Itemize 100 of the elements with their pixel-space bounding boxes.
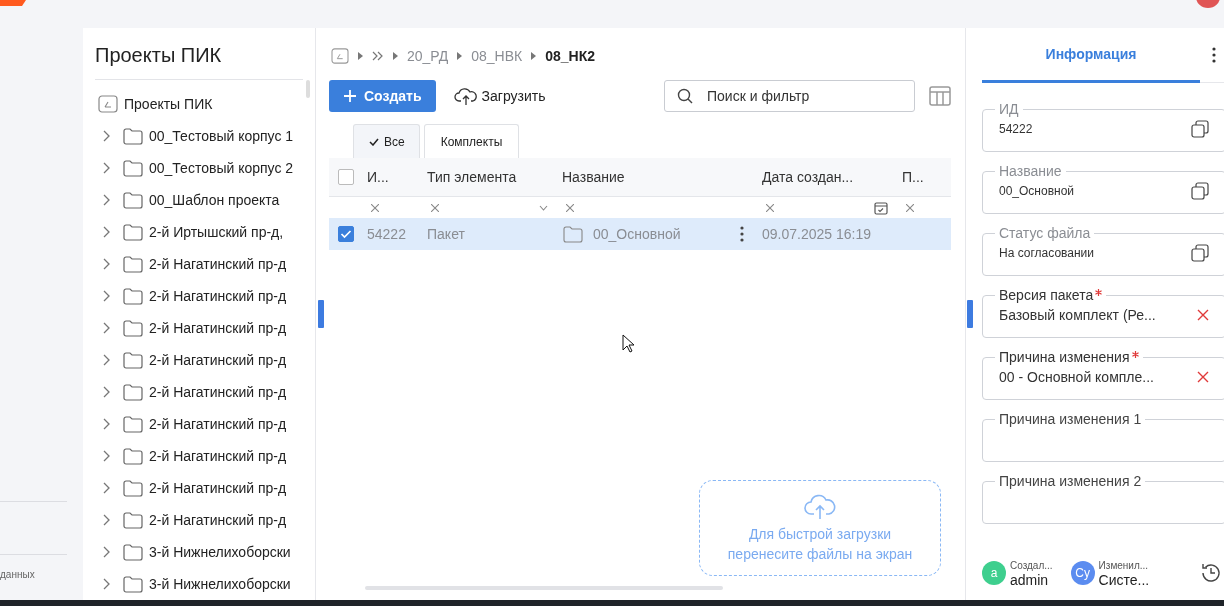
tree-item[interactable]: 2-й Нагатинский пр-д xyxy=(149,320,287,336)
chevron-icon[interactable] xyxy=(103,482,111,494)
folder-icon xyxy=(123,255,143,273)
check-icon xyxy=(369,137,379,146)
more-icon[interactable] xyxy=(740,226,744,242)
chevron-icon[interactable] xyxy=(103,386,111,398)
row-checkbox[interactable] xyxy=(338,226,354,242)
info-tab[interactable]: Информация xyxy=(982,28,1200,83)
tree-item[interactable]: 00_Шаблон проекта xyxy=(149,192,280,208)
chevron-icon[interactable] xyxy=(103,130,111,142)
field-label: Название xyxy=(999,163,1062,179)
copy-icon[interactable] xyxy=(1191,120,1209,138)
select-all-checkbox[interactable] xyxy=(338,169,354,185)
tree-item[interactable]: 2-й Нагатинский пр-д xyxy=(149,448,287,464)
folder-icon xyxy=(123,223,143,241)
project-root-icon[interactable] xyxy=(331,48,349,64)
tree-item[interactable]: 2-й Нагатинский пр-д xyxy=(149,512,287,528)
form-field[interactable]: Статус файла На согласовании xyxy=(982,226,1224,276)
tree-item[interactable]: 2-й Нагатинский пр-д xyxy=(149,384,287,400)
folder-icon xyxy=(123,351,143,369)
tree-item[interactable]: 00_Тестовый корпус 2 xyxy=(149,160,294,176)
columns-icon[interactable] xyxy=(929,86,951,106)
field-value: 00 - Основной компле... xyxy=(999,369,1154,385)
tree-item[interactable]: 2-й Нагатинский пр-д xyxy=(149,416,287,432)
user-caption: Создал... xyxy=(1010,559,1053,573)
user-avatar: Су xyxy=(1070,561,1095,585)
breadcrumb-separator-icon xyxy=(358,52,363,60)
upload-button[interactable]: Загрузить xyxy=(447,85,552,107)
create-button[interactable]: Создать xyxy=(329,80,436,112)
table-cell: Пакет xyxy=(427,226,465,242)
chevron-icon[interactable] xyxy=(103,578,111,590)
chevron-icon[interactable] xyxy=(103,546,111,558)
tree-item[interactable]: 2-й Иртышский пр-д, xyxy=(149,224,284,240)
column-header[interactable]: Тип элемента xyxy=(427,169,562,185)
form-field[interactable]: Название 00_Основной xyxy=(982,164,1224,214)
form-field[interactable]: Причина изменения 1 xyxy=(982,412,1224,462)
clear-icon[interactable] xyxy=(1197,371,1209,383)
copy-icon[interactable] xyxy=(1191,182,1209,200)
folder-icon xyxy=(123,127,143,145)
upload-cloud-icon xyxy=(453,86,478,106)
chevron-icon[interactable] xyxy=(103,162,111,174)
collapse-handle[interactable] xyxy=(318,300,324,328)
collapse-handle[interactable] xyxy=(967,300,973,328)
user-avatar: a xyxy=(982,561,1006,585)
chevron-icon[interactable] xyxy=(103,290,111,302)
folder-icon xyxy=(123,511,143,529)
chevron-icon[interactable] xyxy=(103,194,111,206)
clear-filter-icon[interactable] xyxy=(766,203,774,212)
plus-icon xyxy=(343,89,357,103)
filter-tab[interactable]: Комплекты xyxy=(423,124,520,158)
tree-item[interactable]: 3-й Нижнелихоборски xyxy=(149,576,291,592)
column-header[interactable]: Название xyxy=(562,169,762,185)
form-field[interactable]: Причина изменения 2 xyxy=(982,474,1224,524)
folder-icon xyxy=(123,159,143,177)
folder-icon xyxy=(123,543,143,561)
search-field[interactable]: Поиск и фильтр xyxy=(664,80,915,112)
chevron-icon[interactable] xyxy=(103,226,111,238)
clear-filter-icon[interactable] xyxy=(906,203,914,212)
chevron-icon[interactable] xyxy=(103,514,111,526)
panel-title: Проекты ПИК xyxy=(95,44,303,80)
project-root-icon xyxy=(98,95,118,113)
form-field[interactable]: ИД 54222 xyxy=(982,102,1224,152)
copy-icon[interactable] xyxy=(1191,244,1209,262)
chevron-icon[interactable] xyxy=(103,258,111,270)
chevron-icon[interactable] xyxy=(103,450,111,462)
folder-icon xyxy=(123,447,143,465)
logo-icon xyxy=(0,0,26,6)
field-label: Причина изменения xyxy=(999,349,1130,365)
more-icon[interactable] xyxy=(1212,47,1216,63)
clear-filter-icon[interactable] xyxy=(566,203,574,212)
tree-item[interactable]: 3-й Нижнелихоборски xyxy=(149,544,291,560)
folder-icon xyxy=(123,287,143,305)
clear-filter-icon[interactable] xyxy=(431,203,439,212)
form-field[interactable]: Версия пакета Базовый комплект (Ре... xyxy=(982,288,1224,338)
tree-item[interactable]: 2-й Нагатинский пр-д xyxy=(149,288,287,304)
chevron-icon[interactable] xyxy=(103,322,111,334)
folder-icon xyxy=(123,479,143,497)
tree-item[interactable]: Проекты ПИК xyxy=(124,96,213,112)
filter-tab[interactable]: Все xyxy=(353,124,420,158)
tree-item[interactable]: 2-й Нагатинский пр-д xyxy=(149,256,287,272)
clear-icon[interactable] xyxy=(1197,309,1209,321)
column-header[interactable]: П... xyxy=(902,169,942,185)
scrollbar-thumb[interactable] xyxy=(306,80,310,98)
clear-filter-icon[interactable] xyxy=(371,203,379,212)
history-icon[interactable] xyxy=(1200,562,1222,584)
tree-item[interactable]: 00_Тестовый корпус 1 xyxy=(149,128,294,144)
user-caption: Изменил... xyxy=(1098,559,1150,573)
column-header[interactable]: И... xyxy=(367,169,427,185)
tree-item[interactable]: 2-й Нагатинский пр-д xyxy=(149,352,287,368)
double-chevron-icon[interactable] xyxy=(372,51,384,61)
field-value: На согласовании xyxy=(999,246,1095,260)
tree-item[interactable]: 2-й Нагатинский пр-д xyxy=(149,480,287,496)
column-header[interactable]: Дата создан... xyxy=(762,169,902,185)
dropdown-caret-icon[interactable] xyxy=(539,204,548,211)
chevron-icon[interactable] xyxy=(103,418,111,430)
breadcrumb-link[interactable]: 08_НК2 xyxy=(545,48,596,64)
form-field[interactable]: Причина изменения 00 - Основной компле... xyxy=(982,350,1224,400)
field-label: Причина изменения 1 xyxy=(999,411,1142,427)
chevron-icon[interactable] xyxy=(103,354,111,366)
calendar-icon[interactable] xyxy=(874,200,888,215)
